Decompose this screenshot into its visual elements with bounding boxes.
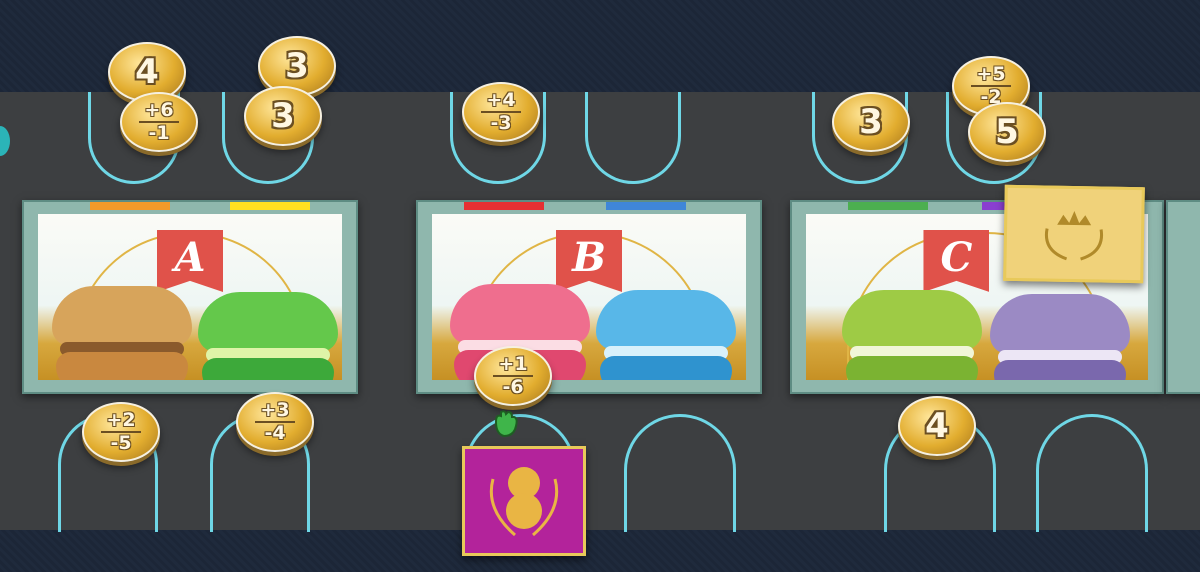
peanut-tile[interactable] (462, 446, 586, 556)
almond-macaron-icon (52, 286, 192, 380)
card-artwork: B (432, 214, 746, 380)
matcha-macaron-icon (842, 290, 982, 380)
crown-tile[interactable] (1003, 184, 1145, 284)
crown-wreath-icon (1044, 211, 1104, 261)
lavender-macaron-icon (990, 294, 1130, 380)
coin-5[interactable]: 5 (968, 102, 1046, 162)
bottom-slot-b2[interactable] (624, 414, 736, 532)
coin-plus4-minus3[interactable]: +4 -3 (462, 82, 540, 142)
macaron-card-b[interactable]: B (416, 200, 762, 394)
pistachio-macaron-icon (198, 292, 338, 380)
color-stripe (606, 202, 686, 210)
top-slot-b2[interactable] (585, 92, 681, 184)
blueberry-macaron-icon (596, 290, 736, 380)
bottom-border-band (0, 530, 1200, 572)
peanut-wreath-icon (489, 467, 559, 537)
coin-3[interactable]: 3 (832, 92, 910, 152)
color-stripe (848, 202, 928, 210)
coin-plus1-minus6[interactable]: +1 -6 (474, 346, 552, 406)
coin-plus3-minus4[interactable]: +3 -4 (236, 392, 314, 452)
coin-plus2-minus5[interactable]: +2 -5 (82, 402, 160, 462)
macaron-card-partial[interactable] (1166, 200, 1200, 394)
coin-4[interactable]: 4 (898, 396, 976, 456)
card-artwork: A (38, 214, 342, 380)
color-stripe (90, 202, 170, 210)
coin-plus6-minus1[interactable]: +6 -1 (120, 92, 198, 152)
color-stripe (230, 202, 310, 210)
color-stripe (464, 202, 544, 210)
macaron-card-a[interactable]: A (22, 200, 358, 394)
grab-cursor-icon (494, 410, 518, 438)
coin-3[interactable]: 3 (244, 86, 322, 146)
bottom-slot-c2[interactable] (1036, 414, 1148, 532)
